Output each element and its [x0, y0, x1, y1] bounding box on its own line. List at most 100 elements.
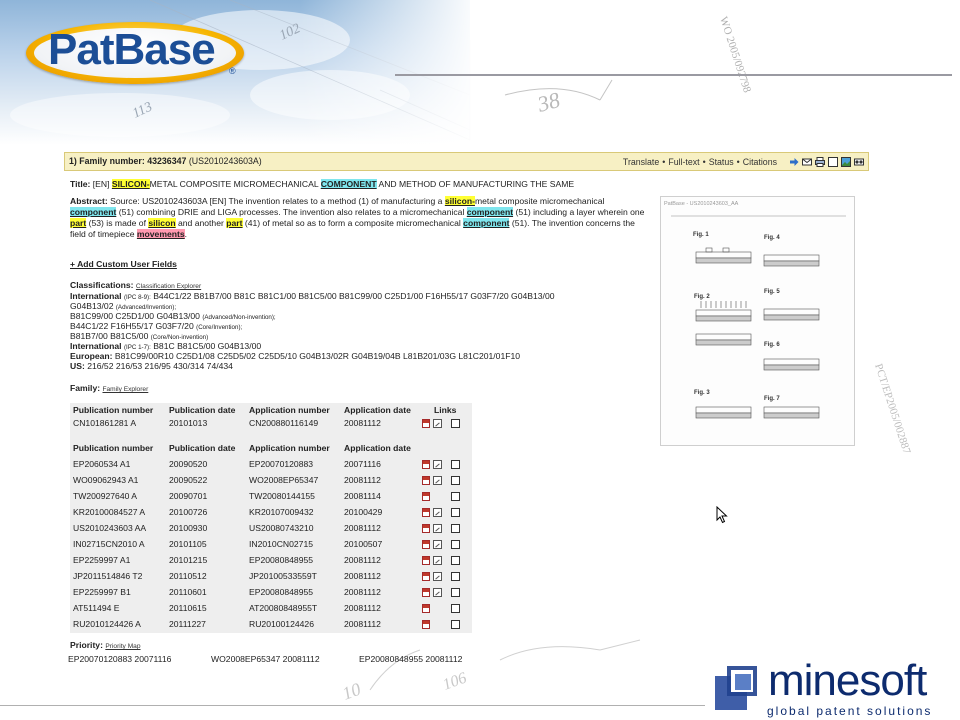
- svg-text:113: 113: [130, 100, 154, 122]
- abstract-text: metal composite micromechanical: [474, 196, 605, 206]
- pdf-icon[interactable]: [422, 492, 430, 501]
- translate-link[interactable]: Translate: [623, 157, 659, 167]
- publication-number[interactable]: RU2010124426 A: [73, 619, 141, 629]
- publication-number[interactable]: WO09062943 A1: [73, 475, 138, 485]
- publication-number[interactable]: IN02715CN2010 A: [73, 539, 145, 549]
- drawing-icon[interactable]: [433, 556, 442, 565]
- classification-explorer-link[interactable]: Classification Explorer: [136, 283, 201, 290]
- print-icon[interactable]: [815, 157, 825, 167]
- publication-date: 20090520: [169, 459, 208, 469]
- pdf-icon[interactable]: [422, 620, 430, 629]
- application-number: IN2010CN02715: [249, 539, 314, 549]
- drawing-icon[interactable]: [433, 524, 442, 533]
- pdf-icon[interactable]: [422, 588, 430, 597]
- banner: 102 38 113 WO 2005/092798 PatBase ®: [0, 0, 960, 145]
- row-checkbox[interactable]: [451, 419, 460, 428]
- minesoft-logo[interactable]: minesoft global patent solutions: [713, 656, 958, 718]
- minesoft-wordmark: minesoft: [768, 656, 927, 706]
- family-number[interactable]: 43236347: [147, 156, 186, 166]
- title-language: [EN]: [92, 179, 110, 189]
- column-header: Publication number: [73, 443, 154, 453]
- abstract-highlight: component: [70, 207, 117, 217]
- pdf-icon[interactable]: [422, 604, 430, 613]
- publication-number[interactable]: JP2011514846 T2: [73, 571, 142, 581]
- application-number: JP20100533559T: [249, 571, 317, 581]
- priority-map-link[interactable]: Priority Map: [105, 643, 140, 650]
- pdf-icon[interactable]: [422, 460, 430, 469]
- pdf-icon[interactable]: [422, 572, 430, 581]
- citations-link[interactable]: Citations: [743, 157, 777, 167]
- table-row: US2010243603 AA 20100930 US20080743210 2008…: [70, 521, 472, 537]
- publication-number[interactable]: US2010243603 AA: [73, 523, 146, 533]
- figure-label: Fig. 1: [693, 232, 709, 238]
- abstract-text: (51) combining DRIE and LIGA processes. …: [118, 207, 465, 217]
- abstract-text: Source: US2010243603A [EN] The invention…: [110, 196, 443, 206]
- row-checkbox[interactable]: [451, 524, 460, 533]
- ipc-line-2: G04B13/02 (Advanced/Invention);: [70, 301, 176, 311]
- publication-number[interactable]: EP2259997 B1: [73, 587, 131, 597]
- publication-number[interactable]: EP2259997 A1: [73, 555, 130, 565]
- row-checkbox[interactable]: [451, 476, 460, 485]
- table-row: EP2060534 A1 20090520 EP20070120883 2007111…: [70, 457, 472, 473]
- email-icon[interactable]: [802, 157, 812, 167]
- abstract-text: (51) including a layer wherein one: [515, 207, 645, 217]
- title-label: Title:: [70, 179, 91, 189]
- publication-date: 20101215: [169, 555, 208, 565]
- row-checkbox[interactable]: [451, 620, 460, 629]
- ipc-note: (Core/Non-invention): [150, 334, 209, 341]
- patent-drawing-thumbnail[interactable]: PatBase - US2010243603_AA Fig. 1 Fig. 2 …: [660, 196, 855, 446]
- pdf-icon[interactable]: [422, 476, 430, 485]
- publication-number[interactable]: TW200927640 A: [73, 491, 137, 501]
- pdf-icon[interactable]: [422, 508, 430, 517]
- row-checkbox[interactable]: [451, 556, 460, 565]
- publication-number[interactable]: KR20100084527 A: [73, 507, 145, 517]
- drawing-icon[interactable]: [433, 588, 442, 597]
- binoculars-icon[interactable]: [854, 157, 864, 167]
- drawing-icon[interactable]: [433, 572, 442, 581]
- family-explorer-link[interactable]: Family Explorer: [102, 386, 148, 393]
- pdf-icon[interactable]: [422, 524, 430, 533]
- row-checkbox[interactable]: [451, 588, 460, 597]
- patbase-logo[interactable]: PatBase: [48, 25, 216, 75]
- row-checkbox[interactable]: [451, 572, 460, 581]
- status-link[interactable]: Status: [709, 157, 734, 167]
- figure-label: Fig. 2: [694, 294, 710, 300]
- image-icon[interactable]: [841, 157, 851, 167]
- drawing-icon[interactable]: [433, 508, 442, 517]
- row-checkbox[interactable]: [451, 540, 460, 549]
- publication-number[interactable]: CN101861281 A: [73, 418, 136, 428]
- row-checkbox[interactable]: [451, 492, 460, 501]
- pdf-icon[interactable]: [422, 419, 430, 428]
- classifications-heading: Classifications: Classification Explorer: [70, 280, 201, 290]
- abstract-text: (53) is made of: [88, 218, 146, 228]
- row-checkbox[interactable]: [451, 604, 460, 613]
- publication-number[interactable]: EP2060534 A1: [73, 459, 130, 469]
- publication-date: 20101013: [169, 418, 208, 428]
- column-header: Application number: [249, 405, 330, 415]
- drawing-icon[interactable]: [433, 476, 442, 485]
- pdf-icon[interactable]: [422, 540, 430, 549]
- drawing-icon[interactable]: [433, 540, 442, 549]
- row-checkbox[interactable]: [451, 460, 460, 469]
- table-header: Publication number Publication date Appl…: [70, 441, 472, 457]
- pdf-icon[interactable]: [422, 556, 430, 565]
- checkbox-icon[interactable]: [828, 157, 838, 167]
- ipc-line-4: B44C1/22 F16H55/17 G03F7/20 (Core/Invent…: [70, 321, 242, 331]
- publication-date: 20101105: [169, 539, 207, 549]
- abstract-label: Abstract:: [70, 196, 108, 206]
- application-date: 20081114: [344, 491, 381, 501]
- column-header: Application number: [249, 443, 330, 453]
- row-checkbox[interactable]: [451, 508, 460, 517]
- arrow-right-icon[interactable]: [789, 157, 799, 167]
- abstract-text: and another: [177, 218, 224, 228]
- publication-number[interactable]: AT511494 E: [73, 603, 120, 613]
- drawing-icon[interactable]: [433, 460, 442, 469]
- application-date: 20081112: [344, 418, 381, 428]
- svg-text:38: 38: [534, 87, 563, 117]
- drawing-icon[interactable]: [433, 419, 442, 428]
- us-class-label: US:: [70, 361, 85, 371]
- ipc-label: International: [70, 291, 122, 301]
- full-text-link[interactable]: Full-text: [668, 157, 699, 167]
- add-custom-fields-link[interactable]: + Add Custom User Fields: [70, 259, 177, 269]
- figure-label: Fig. 7: [764, 396, 780, 402]
